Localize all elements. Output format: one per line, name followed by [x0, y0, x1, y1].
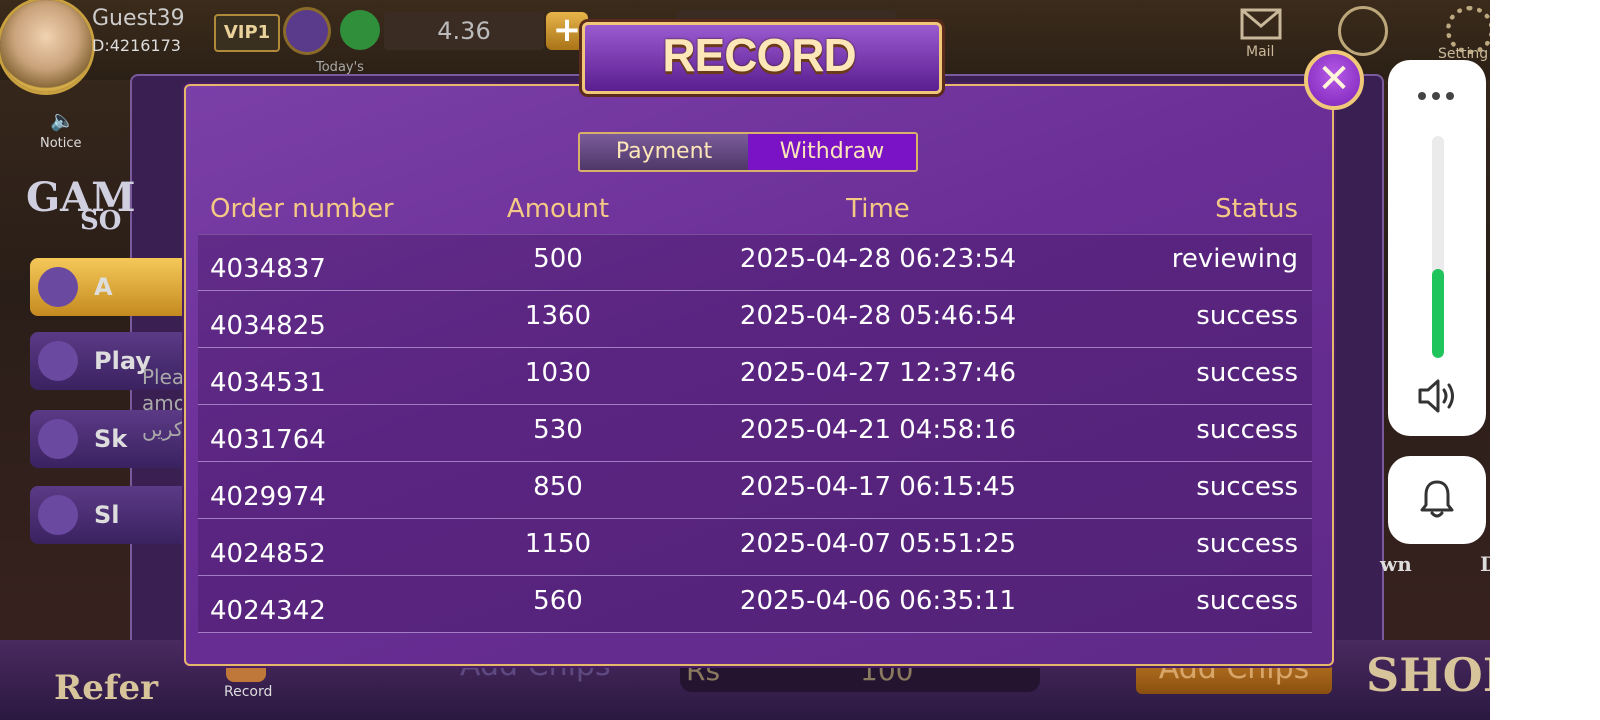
table-row: 4031764 530 2025-04-21 04:58:16 success [198, 405, 1312, 462]
vip-badge[interactable]: VIP1 [214, 14, 280, 52]
mail-label: Mail [1246, 44, 1275, 60]
status-cell: success [1196, 529, 1298, 559]
refresh-icon[interactable] [340, 10, 380, 50]
avatar[interactable] [0, 0, 92, 92]
instruction-text: Plea amo کریں [142, 365, 186, 441]
sidebar-item-all[interactable]: A [30, 258, 190, 316]
time-cell: 2025-04-21 04:58:16 [739, 415, 1017, 445]
tab-payment[interactable]: Payment [580, 134, 748, 170]
dialog-title: RECORD [662, 29, 856, 81]
refer-label[interactable]: Refer [54, 668, 158, 708]
amount-cell: 850 [533, 472, 583, 502]
table-row: 4034531 1030 2025-04-27 12:37:46 success [198, 348, 1312, 405]
status-cell: success [1196, 358, 1298, 388]
speaker-notice-icon[interactable]: 🔈 [50, 108, 75, 132]
slots-icon [38, 495, 78, 535]
game-logo-subtext: SO [80, 206, 122, 236]
tab-withdraw[interactable]: Withdraw [748, 134, 916, 170]
service-icon[interactable] [1338, 6, 1388, 56]
record-table-body: 4034837 500 2025-04-28 06:23:54 reviewin… [198, 234, 1312, 633]
column-amount: Amount [506, 194, 610, 224]
notice-label: Notice [40, 136, 82, 151]
amount-cell: 560 [533, 586, 583, 616]
gamepad-icon [38, 267, 78, 307]
balance-display: 4.36 [384, 12, 544, 50]
time-cell: 2025-04-27 12:37:46 [739, 358, 1017, 388]
todays-label: Today's [316, 60, 364, 75]
record-tabs: Payment Withdraw [578, 132, 918, 172]
amount-cell: 1360 [524, 301, 592, 331]
table-row: 4024342 560 2025-04-06 06:35:11 success [198, 576, 1312, 633]
volume-slider[interactable] [1432, 136, 1444, 358]
order-number-cell: 4031764 [210, 425, 326, 455]
cards-icon [38, 419, 78, 459]
guest-name: Guest39 [92, 6, 185, 31]
sidebar-item-label: Sl [94, 501, 120, 529]
volume-level [1432, 269, 1444, 358]
time-cell: 2025-04-06 06:35:11 [739, 586, 1017, 616]
column-order-number: Order number [210, 194, 394, 224]
time-cell: 2025-04-28 05:46:54 [739, 301, 1017, 331]
order-number-cell: 4034837 [210, 254, 326, 284]
status-cell: success [1196, 472, 1298, 502]
more-dots-icon[interactable] [1418, 92, 1458, 104]
record-nav-label[interactable]: Record [224, 684, 272, 700]
table-row: 4024852 1150 2025-04-07 05:51:25 success [198, 519, 1312, 576]
sidebar-item-slots[interactable]: Sl [30, 486, 190, 544]
time-cell: 2025-04-28 06:23:54 [739, 244, 1017, 274]
order-number-cell: 4029974 [210, 482, 326, 512]
mask-icon [38, 341, 78, 381]
status-cell: success [1196, 586, 1298, 616]
amount-cell: 1150 [524, 529, 592, 559]
amount-cell: 530 [533, 415, 583, 445]
time-cell: 2025-04-07 05:51:25 [739, 529, 1017, 559]
sidebar-item-label: Sk [94, 425, 128, 453]
chips-icon [286, 10, 328, 52]
table-row: 4034837 500 2025-04-28 06:23:54 reviewin… [198, 234, 1312, 291]
screen-edge [1490, 0, 1600, 720]
table-row: 4034825 1360 2025-04-28 05:46:54 success [198, 291, 1312, 348]
order-number-cell: 4034825 [210, 311, 326, 341]
status-cell: reviewing [1171, 244, 1298, 274]
order-number-cell: 4024342 [210, 596, 326, 626]
speaker-icon[interactable] [1416, 376, 1460, 416]
mail-icon[interactable] [1240, 8, 1282, 40]
order-number-cell: 4034531 [210, 368, 326, 398]
close-button[interactable]: ✕ [1304, 50, 1364, 110]
game-tile-label[interactable]: wn [1380, 552, 1412, 576]
table-row: 4029974 850 2025-04-17 06:15:45 success [198, 462, 1312, 519]
time-cell: 2025-04-17 06:15:45 [739, 472, 1017, 502]
sidebar-item-label: A [94, 273, 113, 301]
amount-cell: 500 [533, 244, 583, 274]
status-cell: success [1196, 415, 1298, 445]
amount-cell: 1030 [524, 358, 592, 388]
column-status: Status [1215, 194, 1298, 224]
bell-icon[interactable] [1418, 478, 1456, 520]
order-number-cell: 4024852 [210, 539, 326, 569]
guest-id: D:4216173 [92, 36, 181, 55]
status-cell: success [1196, 301, 1298, 331]
column-time: Time [846, 194, 910, 224]
table-header: Order number Amount Time Status [198, 190, 1312, 235]
